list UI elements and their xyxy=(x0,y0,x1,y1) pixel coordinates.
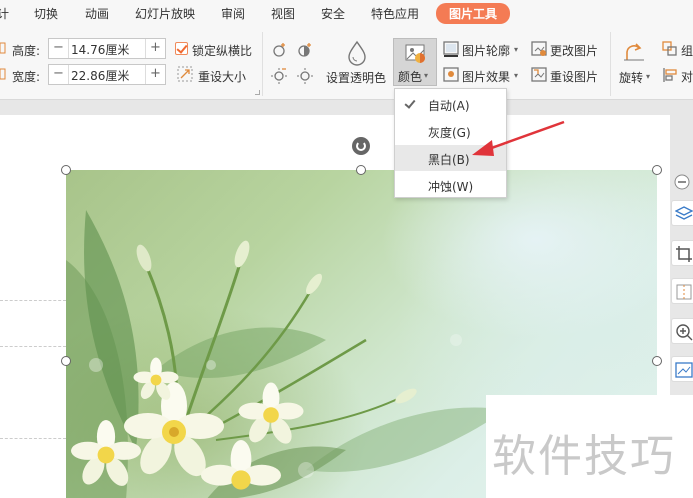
group-launcher-icon[interactable] xyxy=(255,90,260,95)
tab-animation[interactable]: 动画 xyxy=(85,5,109,22)
ribbon-divider xyxy=(262,32,263,96)
picture-effects-icon[interactable] xyxy=(443,67,459,86)
menu-item-label: 黑白(B) xyxy=(428,153,470,167)
resize-handle-top-right[interactable] xyxy=(652,165,662,175)
resize-handle-top-left[interactable] xyxy=(61,165,71,175)
height-spinner[interactable]: − 14.76厘米 + xyxy=(48,38,166,59)
minus-icon[interactable]: − xyxy=(49,65,69,84)
minus-icon[interactable] xyxy=(671,170,693,194)
brightness-up-icon[interactable] xyxy=(270,40,288,61)
resize-handle-right[interactable] xyxy=(652,356,662,366)
menu-item-label: 冲蚀(W) xyxy=(428,180,474,194)
tab-slideshow[interactable]: 幻灯片放映 xyxy=(135,5,195,22)
brightness-down-icon[interactable] xyxy=(270,66,288,87)
lock-ratio-checkbox[interactable] xyxy=(175,42,188,55)
align-icon[interactable] xyxy=(662,67,678,86)
color-label: 颜色 xyxy=(398,70,423,84)
tab-picture-tools[interactable]: 图片工具 xyxy=(436,3,511,24)
contrast-up-icon[interactable] xyxy=(296,40,314,61)
color-icon xyxy=(405,44,427,67)
tab-view[interactable]: 视图 xyxy=(271,5,295,22)
menu-bar: 计 切换 动画 幻灯片放映 审阅 视图 安全 特色应用 图片工具 xyxy=(0,0,693,26)
contrast-down-icon[interactable] xyxy=(296,66,314,87)
change-picture-label[interactable]: 更改图片 xyxy=(550,42,598,59)
resize-icon xyxy=(177,66,193,85)
width-label: 宽度: xyxy=(12,70,41,84)
plus-icon[interactable]: + xyxy=(145,39,165,58)
zoom-in-icon[interactable] xyxy=(671,318,693,344)
picture-effects-label[interactable]: 图片效果 xyxy=(462,68,510,85)
rotate-handle-icon[interactable] xyxy=(352,137,370,155)
group-icon[interactable] xyxy=(662,41,678,60)
menu-item-washout[interactable]: 冲蚀(W) xyxy=(395,172,506,198)
resize-handle-left[interactable] xyxy=(61,356,71,366)
watermark-text: 软件技巧 xyxy=(492,431,676,482)
crop-icon[interactable] xyxy=(671,240,693,266)
group-label[interactable]: 组 xyxy=(681,42,693,59)
checkmark-icon xyxy=(404,97,416,109)
split-icon[interactable] xyxy=(671,278,693,304)
layers-icon[interactable] xyxy=(671,200,693,226)
reset-picture-label[interactable]: 重设图片 xyxy=(550,68,598,85)
tab-security[interactable]: 安全 xyxy=(321,5,345,22)
reset-picture-icon[interactable] xyxy=(531,67,547,86)
rotate-icon[interactable] xyxy=(622,40,646,67)
tab-design[interactable]: 计 xyxy=(0,5,9,22)
menu-item-label: 自动(A) xyxy=(428,99,470,113)
height-label: 高度: xyxy=(12,44,41,58)
chevron-down-icon[interactable]: ▾ xyxy=(646,72,650,81)
height-value[interactable]: 14.76厘米 xyxy=(71,41,129,58)
width-icon xyxy=(0,68,6,80)
chevron-down-icon: ▾ xyxy=(424,71,429,80)
set-transparent-label[interactable]: 设置透明色 xyxy=(326,69,386,86)
width-value[interactable]: 22.86厘米 xyxy=(71,67,129,84)
tab-special-apps[interactable]: 特色应用 xyxy=(371,5,419,22)
align-label[interactable]: 对 xyxy=(681,68,693,85)
resize-label[interactable]: 重设大小 xyxy=(198,68,246,85)
plus-icon[interactable]: + xyxy=(145,65,165,84)
arrow-pointer xyxy=(472,120,565,156)
menu-item-auto[interactable]: 自动(A) xyxy=(395,91,506,117)
placeholder-guide xyxy=(0,300,66,301)
chevron-down-icon[interactable]: ▾ xyxy=(514,71,518,80)
menu-item-label: 灰度(G) xyxy=(428,126,471,140)
minus-icon[interactable]: − xyxy=(49,39,69,58)
chevron-down-icon[interactable]: ▾ xyxy=(514,45,518,54)
tab-review[interactable]: 审阅 xyxy=(221,5,245,22)
placeholder-guide xyxy=(0,438,66,439)
ribbon-divider xyxy=(610,32,611,96)
change-picture-icon[interactable] xyxy=(531,41,547,60)
placeholder-guide xyxy=(0,346,66,347)
lock-ratio-label[interactable]: 锁定纵横比 xyxy=(192,42,252,59)
width-spinner[interactable]: − 22.86厘米 + xyxy=(48,64,166,85)
resize-handle-top[interactable] xyxy=(356,165,366,175)
height-icon xyxy=(0,42,6,54)
water-drop-icon[interactable] xyxy=(346,40,368,69)
picture-outline-icon[interactable] xyxy=(443,41,459,60)
ribbon: 高度: − 14.76厘米 + 锁定纵横比 宽度: − 22.86厘米 + 重设… xyxy=(0,26,693,100)
image-frame-icon[interactable] xyxy=(671,356,693,382)
rotate-label[interactable]: 旋转 xyxy=(619,69,643,86)
picture-outline-label[interactable]: 图片轮廓 xyxy=(462,42,510,59)
color-button[interactable]: 颜色 ▾ xyxy=(393,38,437,86)
tab-transitions[interactable]: 切换 xyxy=(34,5,58,22)
